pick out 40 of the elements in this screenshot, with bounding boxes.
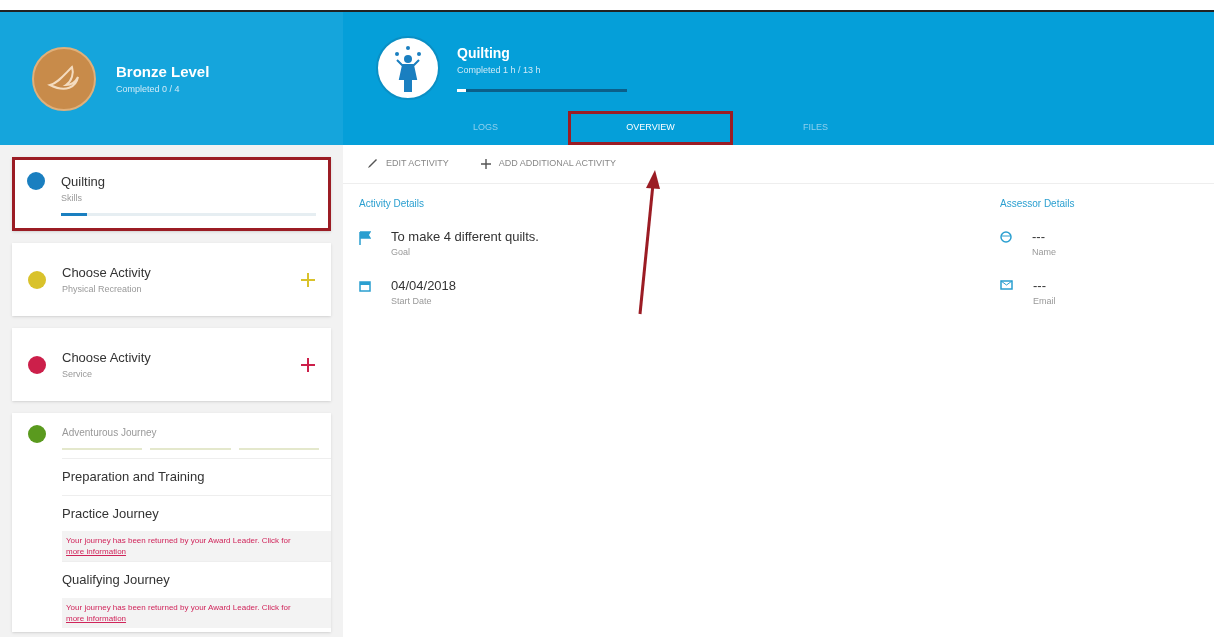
field-value: --- (1033, 276, 1047, 295)
journey-step[interactable]: Qualifying Journey (62, 562, 331, 598)
bird-badge-icon (32, 46, 96, 111)
plus-icon[interactable] (301, 357, 315, 372)
activity-category: Skills (61, 191, 83, 205)
activity-title: Quilting (61, 173, 107, 191)
journey-title: Adventurous Journey (62, 426, 158, 440)
activity-header-title: Quilting (457, 43, 511, 63)
field-label: Name (1032, 246, 1056, 259)
field-label: Email (1033, 295, 1056, 308)
level-title: Bronze Level (116, 61, 210, 82)
activity-title: Choose Activity (62, 349, 152, 367)
section-heading: Assessor Details (1000, 196, 1076, 211)
return-message: Your journey has been returned by your Award Leader. Click for more information (62, 531, 331, 561)
activity-card[interactable]: Choose Activity Service (12, 328, 331, 401)
activity-category: Service (62, 367, 93, 381)
journey-step[interactable]: Practice Journey (62, 495, 331, 531)
more-information-link[interactable]: more information (66, 613, 127, 623)
section-heading: Activity Details (359, 196, 425, 211)
activity-card[interactable]: Quilting Skills (12, 157, 331, 231)
return-message: Your journey has been returned by your Award Leader. Click for more information (62, 597, 331, 628)
mail-icon (1000, 279, 1013, 290)
plus-icon (480, 158, 491, 169)
journey-step[interactable]: Preparation and Training (62, 459, 331, 495)
activity-category: Physical Recreation (62, 282, 143, 296)
field-value: To make 4 different quilts. (391, 227, 539, 246)
juggler-icon (375, 34, 441, 101)
field-value: --- (1032, 227, 1046, 246)
pencil-icon (367, 158, 378, 170)
flag-icon (359, 230, 371, 245)
tab[interactable]: OVERVIEW (568, 111, 733, 145)
field-value: 04/04/2018 (391, 276, 457, 295)
field-label: Goal (391, 246, 411, 259)
activity-title: Choose Activity (62, 264, 152, 282)
activity-card[interactable]: Choose Activity Physical Recreation (12, 243, 331, 316)
action-button[interactable]: ADD ADDITIONAL ACTIVITY (480, 157, 617, 171)
calendar-icon (359, 279, 371, 292)
more-information-link[interactable]: more information (66, 547, 127, 556)
field-label: Start Date (391, 295, 433, 308)
action-button[interactable]: EDIT ACTIVITY (367, 157, 449, 171)
